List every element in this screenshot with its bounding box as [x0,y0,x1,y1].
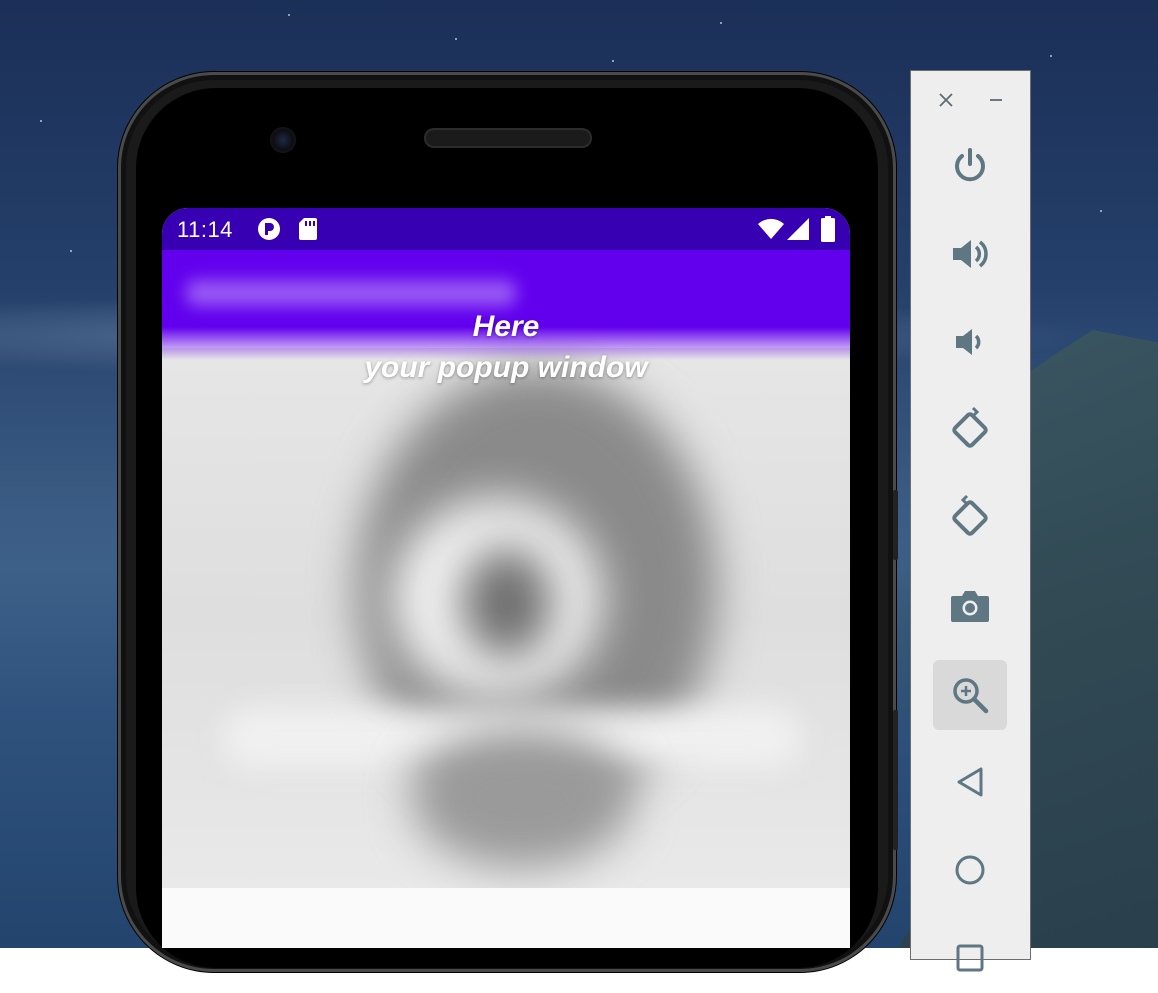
phone-volume-rocker [893,710,898,850]
close-icon [939,93,953,107]
star [288,14,290,16]
blurred-background-content [162,348,850,888]
app-title-blurred [186,280,516,306]
phone-screen[interactable]: 11:14 Here your popup window [162,208,850,948]
power-icon [955,148,985,182]
minimize-button[interactable] [985,89,1007,111]
rotate-right-icon [952,494,988,536]
screen-bottom-area [162,888,850,948]
screenshot-button[interactable] [933,571,1007,641]
status-bar: 11:14 [162,208,850,250]
camera-icon [951,591,989,622]
wifi-icon [758,218,784,245]
back-triangle-icon [957,767,983,797]
zoom-button[interactable] [933,660,1007,730]
close-button[interactable] [935,89,957,111]
earpiece-speaker [424,128,592,148]
profile-badge-icon [257,217,281,246]
rotate-left-icon [952,406,988,448]
overview-square-icon [956,944,984,972]
popup-line-2: your popup window [364,351,648,384]
blurred-shape [462,548,552,658]
power-button[interactable] [933,131,1007,201]
front-camera [270,127,296,153]
volume-down-button[interactable] [933,307,1007,377]
star [455,38,457,40]
volume-up-button[interactable] [933,219,1007,289]
star [1050,55,1052,57]
rotate-right-button[interactable] [933,483,1007,553]
phone-side-button [893,490,898,560]
status-clock: 11:14 [177,217,233,242]
star [612,60,614,62]
cell-signal-icon [787,218,809,245]
home-button[interactable] [933,835,1007,905]
star [720,22,722,24]
volume-down-icon [956,329,981,355]
minimize-icon [990,99,1002,101]
battery-icon [821,216,835,247]
popup-line-1: Here [472,310,540,343]
overview-button[interactable] [933,923,1007,993]
volume-up-icon [953,240,988,268]
popup-window: Here your popup window [162,306,850,388]
star [40,120,42,122]
back-button[interactable] [933,747,1007,817]
blurred-shape [412,728,632,868]
sd-card-icon [299,218,317,245]
rotate-left-button[interactable] [933,395,1007,465]
star [1100,210,1102,212]
star [70,250,72,252]
home-circle-icon [955,855,985,885]
emulator-toolbar [910,70,1031,972]
zoom-in-icon [953,678,989,714]
